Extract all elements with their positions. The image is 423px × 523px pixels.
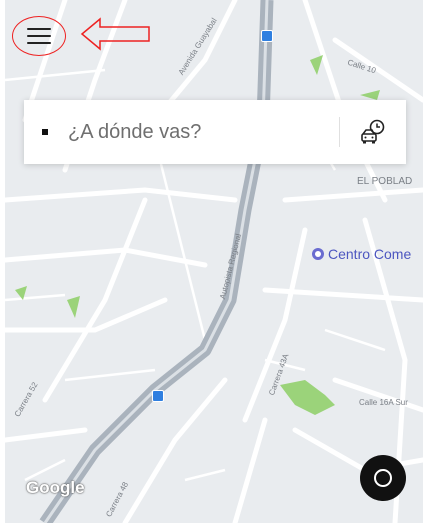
highway-shield-icon <box>152 390 164 402</box>
ride-app-screen: Avenida Guayabal Calle 10 Autopista Regi… <box>0 0 423 523</box>
destination-marker-icon <box>42 129 48 135</box>
poi-marker[interactable]: Centro Come <box>312 246 411 262</box>
locate-me-button[interactable] <box>360 455 406 501</box>
locate-me-icon <box>374 469 392 487</box>
schedule-ride-button[interactable] <box>340 100 406 164</box>
menu-button[interactable] <box>12 16 66 56</box>
destination-search-bar[interactable]: ¿A dónde vas? <box>24 100 406 164</box>
destination-placeholder[interactable]: ¿A dónde vas? <box>68 121 339 144</box>
google-logo: Google <box>26 478 85 497</box>
area-label: EL POBLAD <box>357 176 413 187</box>
street-label: Calle 16A Sur <box>359 398 408 407</box>
hamburger-icon <box>27 28 51 44</box>
car-clock-icon <box>361 119 385 144</box>
annotation-arrow-icon <box>80 17 150 51</box>
shopping-pin-icon <box>312 248 324 260</box>
poi-label: Centro Come <box>328 246 412 262</box>
highway-shield-icon <box>261 30 273 42</box>
